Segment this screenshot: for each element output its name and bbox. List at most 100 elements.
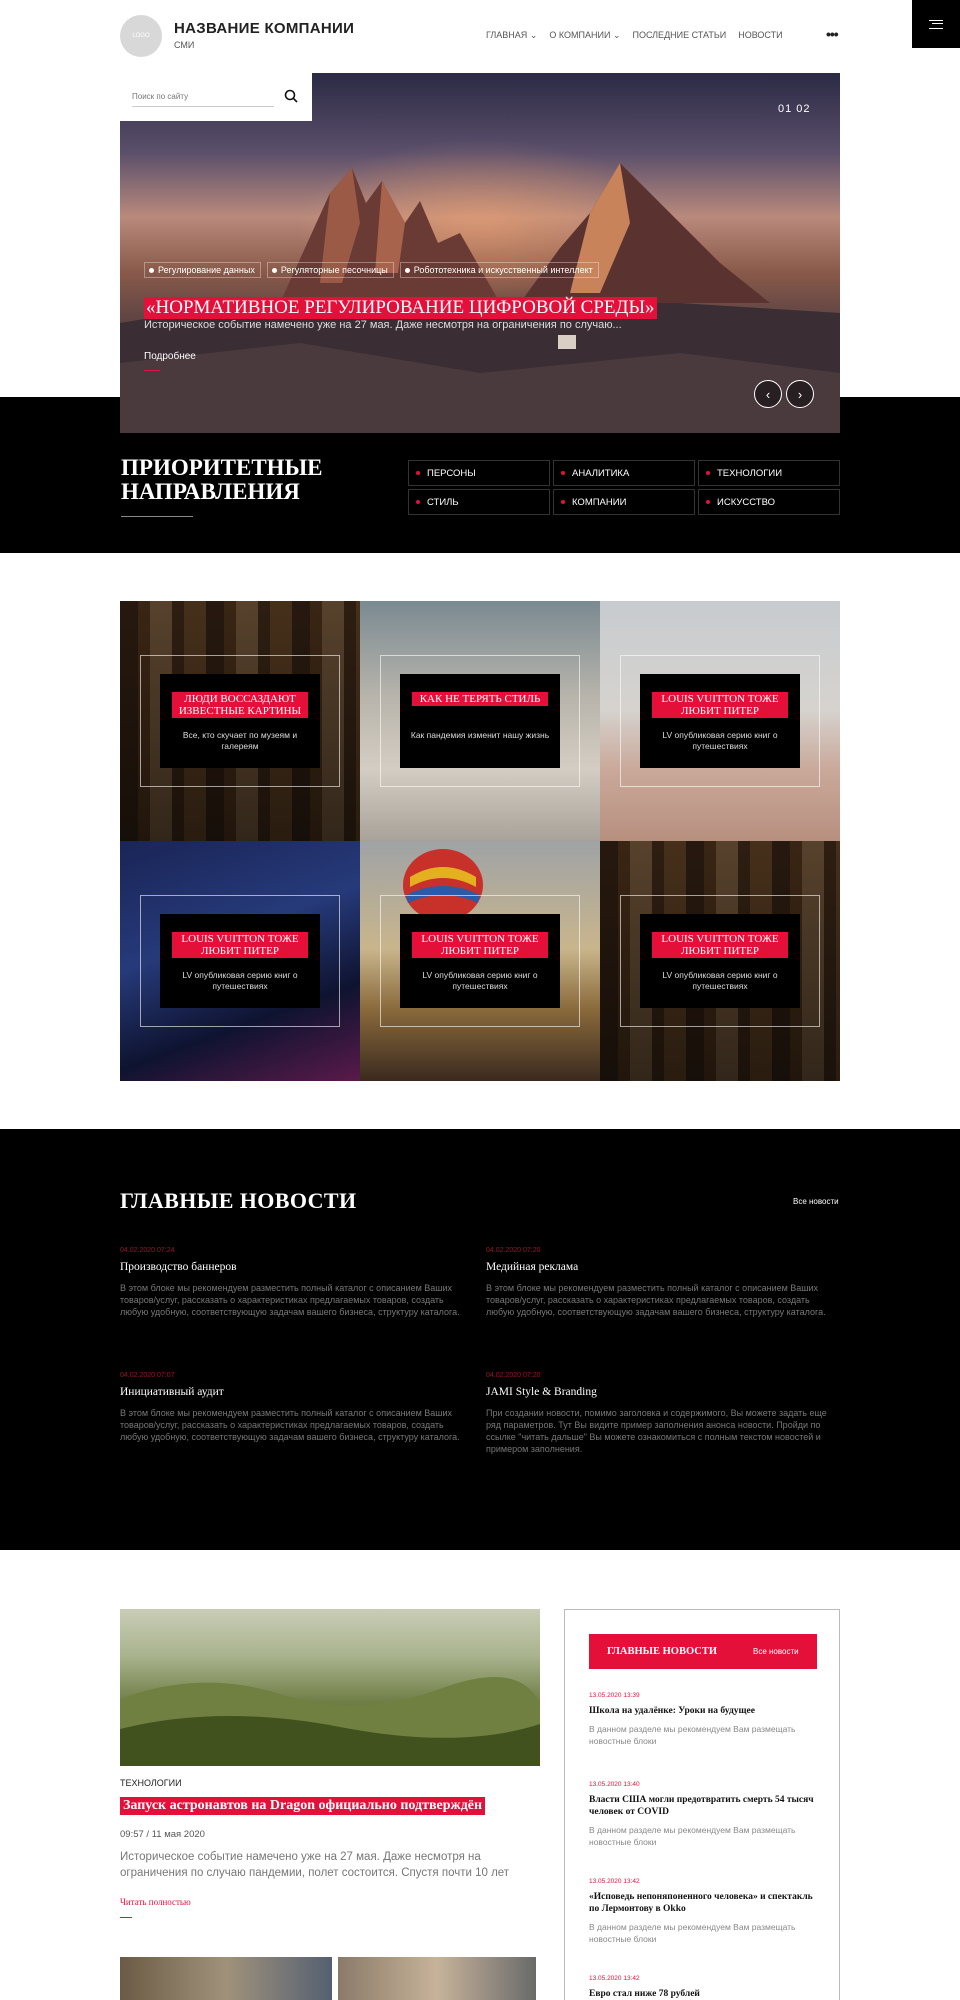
news-item[interactable]: 04.02.2020 07:20 Медийная реклама В этом…: [486, 1247, 838, 1318]
news-date: 04.02.2020 07:20: [486, 1247, 541, 1254]
sidebar-item[interactable]: 13.05.2020 13:42 «Исповедь непоняпоненно…: [589, 1878, 821, 1945]
news-text: В этом блоке мы рекомендуем разместить п…: [486, 1283, 826, 1317]
article-image[interactable]: [120, 1609, 540, 1766]
priority-item[interactable]: КОМПАНИИ: [553, 489, 695, 515]
priority-grid: ПЕРСОНЫ АНАЛИТИКА ТЕХНОЛОГИИ СТИЛЬ КОМПА…: [408, 460, 840, 515]
priority-item[interactable]: АНАЛИТИКА: [553, 460, 695, 486]
logo[interactable]: LOGO: [120, 15, 162, 57]
nav-item-home[interactable]: ГЛАВНАЯ ⌄: [486, 30, 537, 41]
sidebar-item-text: В данном разделе мы рекомендуем Вам разм…: [589, 1724, 796, 1746]
tile-card: КАК НЕ ТЕРЯТЬ СТИЛЬ Как пандемия изменит…: [400, 674, 560, 768]
hero-tag[interactable]: Регуляторные песочницы: [266, 262, 394, 278]
all-news-link[interactable]: Все новости: [793, 1197, 839, 1206]
tile-text: Все, кто скучает по музеям и галереям: [182, 730, 298, 751]
nav-item-about[interactable]: О КОМПАНИИ ⌄: [549, 30, 620, 41]
tile-title[interactable]: КАК НЕ ТЕРЯТЬ СТИЛЬ: [412, 692, 548, 706]
priority-item[interactable]: ПЕРСОНЫ: [408, 460, 550, 486]
news-item[interactable]: 04.02.2020 07:24 Производство баннеров В…: [120, 1247, 472, 1318]
feature-tile[interactable]: LOUIS VUITTON ТОЖЕ ЛЮБИТ ПИТЕР LV опубли…: [600, 841, 840, 1081]
sidebar-item-title[interactable]: Школа на удалёнке: Уроки на будущее: [589, 1705, 821, 1717]
news-title[interactable]: Производство баннеров: [120, 1261, 472, 1273]
nav-item-news[interactable]: НОВОСТИ: [738, 30, 782, 41]
more-underline: [144, 370, 160, 371]
tile-card: LOUIS VUITTON ТОЖЕ ЛЮБИТ ПИТЕР LV опубли…: [640, 674, 800, 768]
sidebar-item-date: 13.05.2020 13:40: [589, 1781, 640, 1788]
news-date: 04.02.2020 07:24: [120, 1247, 175, 1254]
dot-icon: [271, 268, 277, 274]
news-date: 04.02.2020 07:20: [486, 1372, 541, 1379]
sidebar-item-text: В данном разделе мы рекомендуем Вам разм…: [589, 1922, 796, 1944]
news-text: При создании новости, помимо заголовка и…: [486, 1408, 827, 1454]
company-subtitle: СМИ: [174, 40, 195, 50]
sidebar-item[interactable]: 13.05.2020 13:42 Евро стал ниже 78 рубле…: [589, 1975, 821, 2000]
sidebar-item[interactable]: 13.05.2020 13:40 Власти США могли предот…: [589, 1781, 821, 1848]
search-input[interactable]: [132, 87, 274, 107]
feature-tile[interactable]: LOUIS VUITTON ТОЖЕ ЛЮБИТ ПИТЕР LV опубли…: [360, 841, 600, 1081]
sidebar-item-date: 13.05.2020 13:42: [589, 1975, 640, 1982]
priority-item[interactable]: ТЕХНОЛОГИИ: [698, 460, 840, 486]
news-title[interactable]: JAMI Style & Branding: [486, 1386, 838, 1398]
feature-tile[interactable]: ЛЮДИ ВОССАЗДАЮТ ИЗВЕСТНЫЕ КАРТИНЫ Все, к…: [120, 601, 360, 841]
tile-title[interactable]: LOUIS VUITTON ТОЖЕ ЛЮБИТ ПИТЕР: [172, 932, 308, 958]
bullet-icon: [706, 500, 710, 504]
sidebar-item-title[interactable]: Евро стал ниже 78 рублей: [589, 1988, 821, 2000]
tile-text: LV опубликовая серию книг о путешествиях: [422, 970, 538, 991]
tile-card: ЛЮДИ ВОССАЗДАЮТ ИЗВЕСТНЫЕ КАРТИНЫ Все, к…: [160, 674, 320, 768]
article-time: 09:57 / 11 мая 2020: [120, 1829, 205, 1840]
news-item[interactable]: 04.02.2020 07:07 Инициативный аудит В эт…: [120, 1372, 472, 1443]
sidebar-item-title[interactable]: Власти США могли предотвратить смерть 54…: [589, 1794, 821, 1818]
tile-title[interactable]: ЛЮДИ ВОССАЗДАЮТ ИЗВЕСТНЫЕ КАРТИНЫ: [172, 692, 308, 718]
read-more-link[interactable]: Читать полностью: [120, 1897, 191, 1907]
bullet-icon: [416, 500, 420, 504]
article-thumbnail[interactable]: [120, 1957, 332, 2000]
article-title[interactable]: Запуск астронавтов на Dragon официально …: [120, 1797, 486, 1815]
chevron-down-icon: ⌄: [529, 30, 538, 40]
news-title[interactable]: Инициативный аудит: [120, 1386, 472, 1398]
sidebar-item-title[interactable]: «Исповедь непоняпоненного человека» и сп…: [589, 1891, 821, 1915]
sidebar-all-news-link[interactable]: Все новости: [753, 1647, 799, 1656]
hero-tag[interactable]: Регулирование данных: [144, 262, 261, 278]
tile-text: LV опубликовая серию книг о путешествиях: [662, 970, 778, 991]
hero-mountains-image: [120, 163, 840, 433]
tile-title[interactable]: LOUIS VUITTON ТОЖЕ ЛЮБИТ ПИТЕР: [412, 932, 548, 958]
sidebar-title: ГЛАВНЫЕ НОВОСТИ: [607, 1646, 717, 1657]
news-title[interactable]: Медийная реклама: [486, 1261, 838, 1273]
chevron-right-icon: ›: [797, 386, 803, 402]
tile-title[interactable]: LOUIS VUITTON ТОЖЕ ЛЮБИТ ПИТЕР: [652, 692, 788, 718]
company-name[interactable]: НАЗВАНИЕ КОМПАНИИ: [174, 20, 354, 37]
more-link[interactable]: Подробнее: [144, 351, 196, 362]
priority-item[interactable]: СТИЛЬ: [408, 489, 550, 515]
sidebar-news: ГЛАВНЫЕ НОВОСТИ Все новости 13.05.2020 1…: [564, 1609, 840, 2000]
sidebar-item-text: В данном разделе мы рекомендуем Вам разм…: [589, 1825, 796, 1847]
prev-slide-button[interactable]: ‹: [754, 380, 782, 408]
next-slide-button[interactable]: ›: [786, 380, 814, 408]
search-box: [120, 73, 312, 121]
hamburger-icon: [929, 19, 943, 29]
search-icon[interactable]: [284, 89, 298, 103]
read-more-underline: [120, 1917, 132, 1918]
article-category[interactable]: ТЕХНОЛОГИИ: [120, 1778, 182, 1788]
tile-card: LOUIS VUITTON ТОЖЕ ЛЮБИТ ПИТЕР LV опубли…: [640, 914, 800, 1008]
hero-title[interactable]: «НОРМАТИВНОЕ РЕГУЛИРОВАНИЕ ЦИФРОВОЙ СРЕД…: [144, 297, 657, 319]
priority-item[interactable]: ИСКУССТВО: [698, 489, 840, 515]
sidebar-item[interactable]: 13.05.2020 13:39 Школа на удалёнке: Урок…: [589, 1692, 821, 1747]
sidebar-item-date: 13.05.2020 13:42: [589, 1878, 640, 1885]
news-item[interactable]: 04.02.2020 07:20 JAMI Style & Branding П…: [486, 1372, 838, 1455]
slide-counter[interactable]: 01 02: [778, 103, 811, 115]
sidebar-item-date: 13.05.2020 13:39: [589, 1692, 640, 1699]
main-nav: ГЛАВНАЯ ⌄ О КОМПАНИИ ⌄ ПОСЛЕДНИЕ СТАТЬИ …: [486, 30, 783, 41]
tile-title[interactable]: LOUIS VUITTON ТОЖЕ ЛЮБИТ ПИТЕР: [652, 932, 788, 958]
article-thumbnail[interactable]: [338, 1957, 536, 2000]
tile-text: Как пандемия изменит нашу жизнь: [410, 730, 550, 740]
news-text: В этом блоке мы рекомендуем разместить п…: [120, 1408, 460, 1442]
hero-tag[interactable]: Робототехника и искусственный интеллект: [399, 262, 599, 278]
priority-title: ПРИОРИТЕТНЫЕ НАПРАВЛЕНИЯ: [121, 455, 323, 504]
feature-tile[interactable]: КАК НЕ ТЕРЯТЬ СТИЛЬ Как пандемия изменит…: [360, 601, 600, 841]
chevron-left-icon: ‹: [765, 386, 771, 402]
nav-item-articles[interactable]: ПОСЛЕДНИЕ СТАТЬИ: [632, 30, 726, 41]
feature-tile[interactable]: LOUIS VUITTON ТОЖЕ ЛЮБИТ ПИТЕР LV опубли…: [600, 601, 840, 841]
menu-button[interactable]: [912, 0, 960, 48]
hills-image: [120, 1677, 540, 1766]
ellipsis-icon[interactable]: •••: [826, 26, 839, 42]
feature-tile[interactable]: LOUIS VUITTON ТОЖЕ ЛЮБИТ ПИТЕР LV опубли…: [120, 841, 360, 1081]
